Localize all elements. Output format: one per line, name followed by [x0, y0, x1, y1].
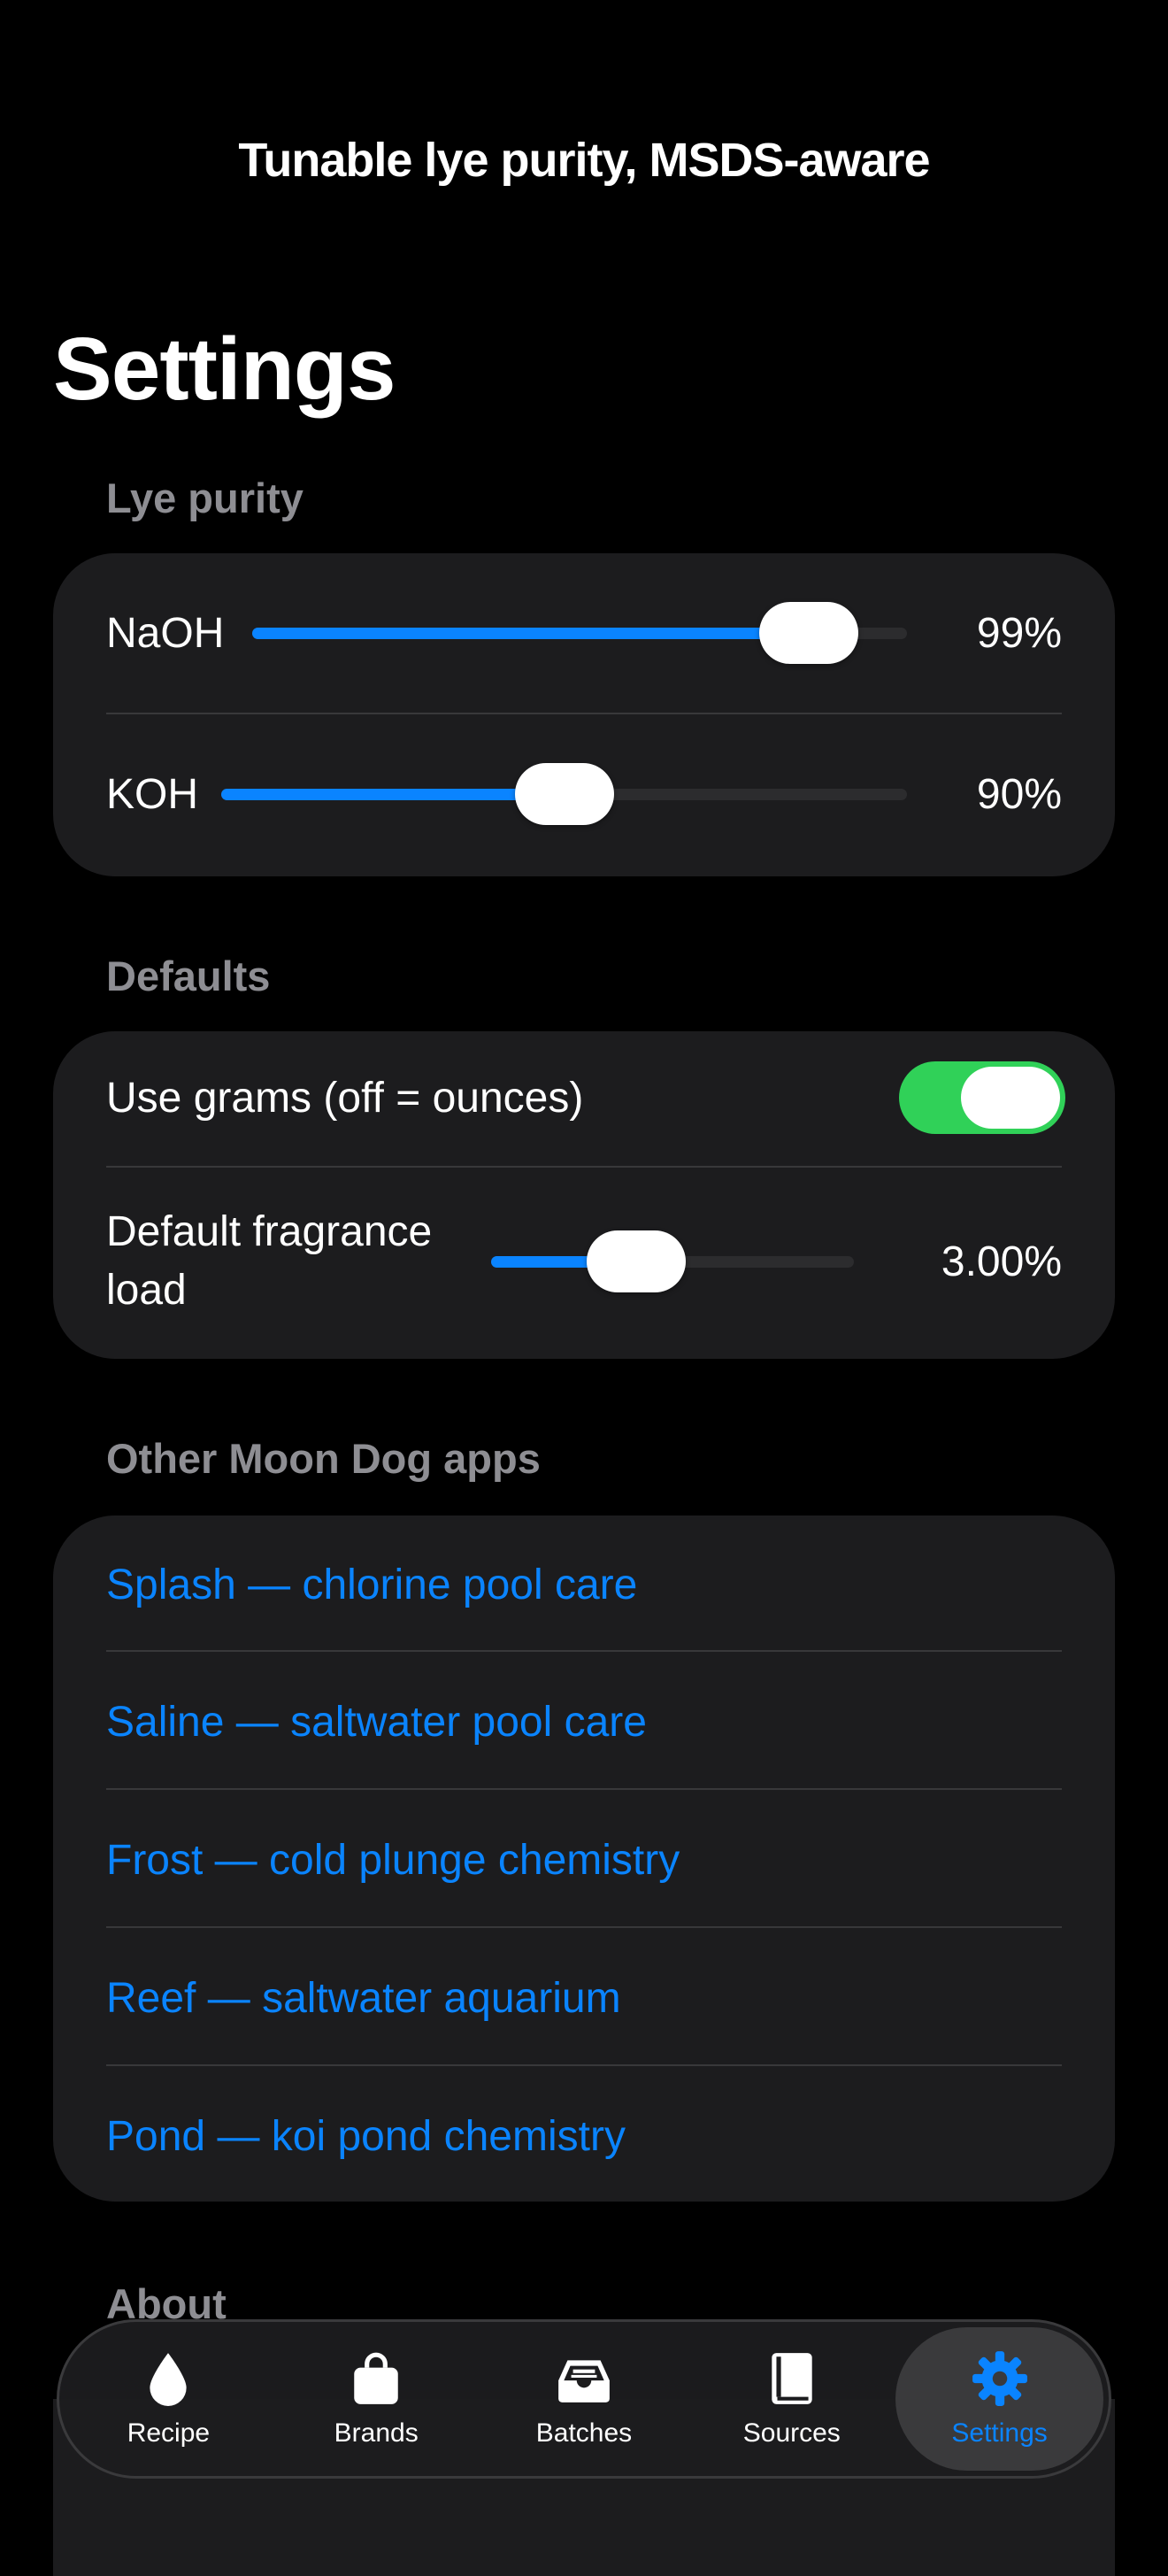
lye-purity-group: NaOH 99% KOH 90% [53, 553, 1115, 876]
app-link-label[interactable]: Reef — saltwater aquarium [106, 1974, 621, 2023]
divider [106, 1650, 1062, 1652]
app-link-splash[interactable]: Splash — chlorine pool care [106, 1533, 1062, 1636]
slider-fill [221, 789, 565, 800]
naoh-slider[interactable] [252, 602, 907, 664]
fragrance-label-line1: Default fragrance [106, 1208, 433, 1255]
tray-icon [558, 2360, 610, 2402]
app-link-label[interactable]: Saline — saltwater pool care [106, 1698, 647, 1747]
use-grams-toggle[interactable] [899, 1061, 1065, 1134]
slider-fill [252, 628, 809, 639]
app-link-label[interactable]: Splash — chlorine pool care [106, 1561, 637, 1609]
page-title: Settings [53, 320, 396, 419]
section-header-other-apps: Other Moon Dog apps [106, 1435, 541, 1482]
gear-icon [972, 2351, 1027, 2406]
app-link-pond[interactable]: Pond — koi pond chemistry [106, 2085, 1062, 2187]
app-link-label[interactable]: Frost — cold plunge chemistry [106, 1836, 680, 1885]
tab-label: Brands [334, 2418, 419, 2448]
book-icon [772, 2353, 812, 2404]
fragrance-label-line2: load [106, 1267, 187, 1314]
use-grams-label: Use grams (off = ounces) [106, 1074, 584, 1122]
section-header-lye-purity: Lye purity [106, 474, 304, 521]
koh-slider[interactable] [221, 763, 907, 825]
fragrance-slider[interactable] [491, 1230, 854, 1292]
use-grams-row: Use grams (off = ounces) [106, 1045, 1065, 1151]
slider-thumb[interactable] [587, 1230, 686, 1292]
banner-tagline: Tunable lye purity, MSDS-aware [238, 134, 930, 187]
divider [106, 713, 1062, 714]
tab-bar: Recipe Brands Batches Sources Settings [57, 2319, 1111, 2479]
app-link-saline[interactable]: Saline — saltwater pool care [106, 1670, 1062, 1773]
naoh-value: 99% [976, 609, 1062, 657]
naoh-row: NaOH 99% [106, 580, 1062, 686]
divider [106, 2064, 1062, 2066]
toggle-knob [961, 1067, 1060, 1129]
defaults-group: Use grams (off = ounces) Default fragran… [53, 1031, 1115, 1359]
koh-value: 90% [976, 770, 1062, 818]
slider-thumb[interactable] [759, 602, 858, 664]
koh-row: KOH 90% [106, 741, 1062, 847]
fragrance-value: 3.00% [941, 1238, 1062, 1285]
tab-label: Recipe [127, 2418, 211, 2448]
app-link-reef[interactable]: Reef — saltwater aquarium [106, 1947, 1062, 2049]
divider [106, 1788, 1062, 1790]
tab-label: Settings [951, 2418, 1048, 2448]
app-link-frost[interactable]: Frost — cold plunge chemistry [106, 1809, 1062, 1911]
slider-thumb[interactable] [515, 763, 614, 825]
tab-sources[interactable]: Sources [688, 2327, 895, 2471]
bag-icon [354, 2352, 398, 2404]
tab-settings[interactable]: Settings [895, 2327, 1103, 2471]
tab-batches[interactable]: Batches [480, 2327, 688, 2471]
divider [106, 1926, 1062, 1928]
tab-recipe[interactable]: Recipe [65, 2327, 273, 2471]
section-header-defaults: Defaults [106, 953, 271, 999]
other-apps-group: Splash — chlorine pool care Saline — sal… [53, 1516, 1115, 2202]
tab-brands[interactable]: Brands [273, 2327, 480, 2471]
app-link-label[interactable]: Pond — koi pond chemistry [106, 2112, 626, 2161]
tab-label: Sources [742, 2418, 841, 2448]
koh-label: KOH [106, 770, 199, 818]
naoh-label: NaOH [106, 609, 225, 657]
tab-label: Batches [535, 2418, 633, 2448]
divider [106, 1166, 1062, 1168]
fragrance-label: Default fragrance load [106, 1203, 432, 1320]
fragrance-row: Default fragrance load 3.00% [106, 1195, 1062, 1328]
drop-icon [150, 2353, 188, 2406]
